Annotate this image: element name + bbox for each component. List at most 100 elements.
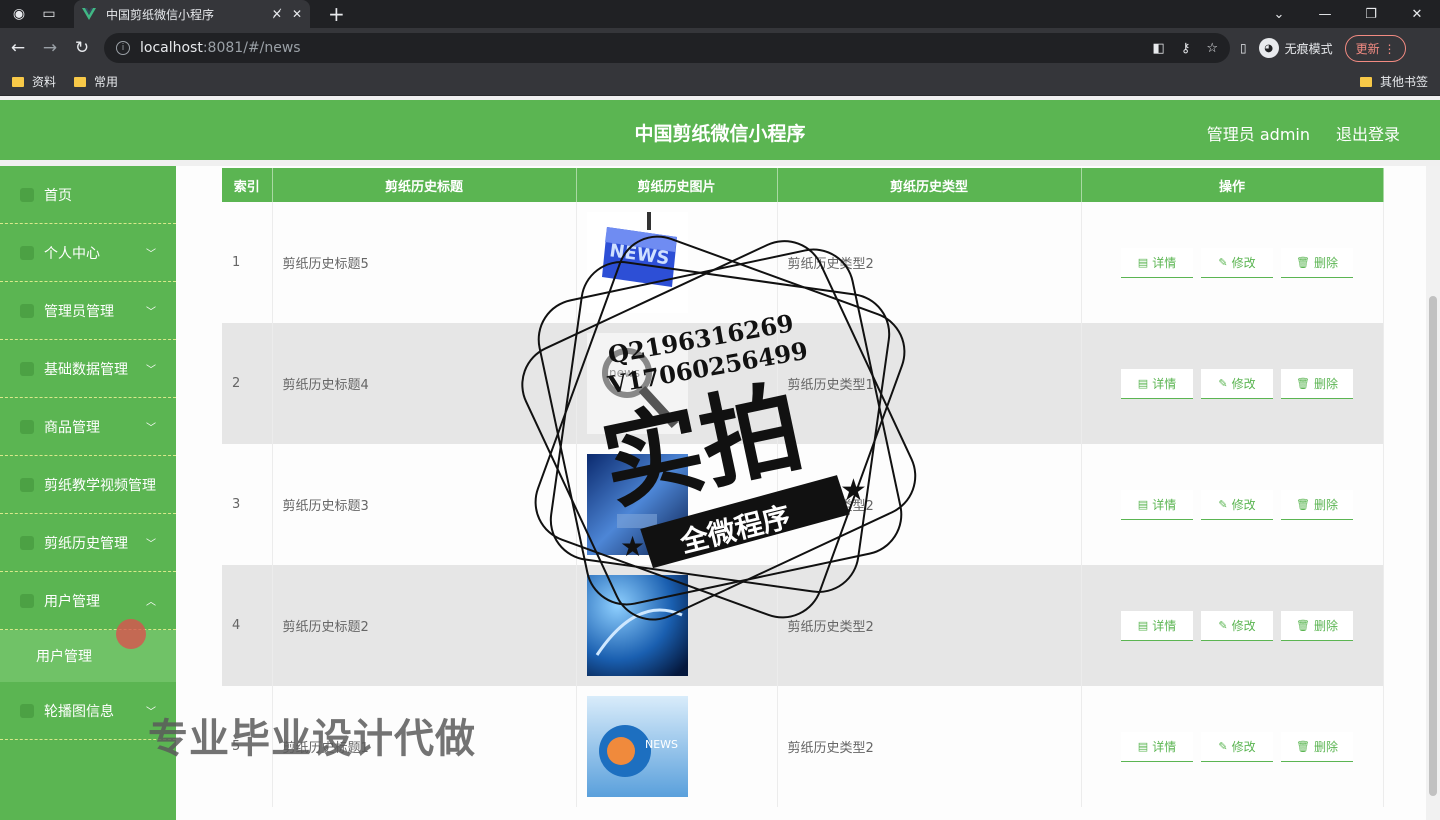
detail-label: 详情 (1152, 618, 1177, 633)
video-icon (20, 477, 34, 492)
star-icon[interactable]: ☆ (1206, 41, 1218, 56)
trash-icon: 🗑 (1296, 739, 1310, 753)
document-icon: ▤ (1137, 618, 1149, 632)
tab-overview-icon[interactable]: ▭ (38, 3, 60, 25)
sidebar-item-home[interactable]: 首页 (0, 166, 176, 224)
delete-label: 删除 (1313, 739, 1338, 754)
folder-icon (12, 76, 24, 87)
scroll-thumb[interactable] (1429, 296, 1437, 796)
back-icon[interactable]: ← (2, 38, 34, 58)
restore-icon[interactable]: ❐ (1348, 7, 1394, 22)
edit-button[interactable]: ✎ 修改 (1201, 489, 1273, 520)
col-header-image: 剪纸历史图片 (576, 168, 778, 202)
reload-icon[interactable]: ↻ (66, 38, 98, 58)
edit-button[interactable]: ✎ 修改 (1201, 368, 1273, 399)
bookmarks-bar: 资料 常用 其他书签 (0, 68, 1440, 96)
detail-button[interactable]: ▤ 详情 (1121, 610, 1193, 641)
bookmark-folder-0[interactable]: 资料 (12, 73, 56, 90)
close-tab-icon[interactable]: ✕ (292, 7, 302, 21)
cell-type: 剪纸历史类型2 (777, 565, 1082, 686)
delete-button[interactable]: 🗑 删除 (1281, 489, 1353, 520)
delete-label: 删除 (1313, 618, 1338, 633)
submenu-item-users[interactable]: 用户管理 (0, 630, 176, 682)
news-thumbnail[interactable] (586, 575, 688, 676)
delete-button[interactable]: 🗑 删除 (1281, 247, 1353, 278)
close-window-icon[interactable]: ✕ (1394, 7, 1440, 22)
home-icon (20, 187, 34, 202)
table-row: 4 剪纸历史标题2 剪纸历史类型2 ▤ 详情 ✎ 修改 🗑 删除 (222, 565, 1384, 686)
incognito-indicator[interactable]: ◕ 无痕模式 (1258, 38, 1333, 58)
browser-tab-active[interactable]: 中国剪纸微信小程序 ✕̸ ✕ (74, 0, 310, 28)
cell-image (576, 444, 778, 565)
sidebar-item-basic-data[interactable]: 基础数据管理 ﹀ (0, 340, 176, 398)
news-thumbnail[interactable]: NEWS (586, 696, 688, 797)
key-icon[interactable]: ⚷ (1181, 41, 1191, 56)
cell-title: 剪纸历史标题4 (272, 323, 577, 444)
admin-icon (20, 303, 34, 318)
tab-search-icon[interactable]: ⌄ (1256, 7, 1302, 22)
bookmark-folder-1[interactable]: 常用 (74, 73, 118, 90)
edit-icon: ✎ (1218, 376, 1228, 390)
sidebar-item-label: 个人中心 (44, 245, 100, 262)
sidebar-item-goods[interactable]: 商品管理 ﹀ (0, 398, 176, 456)
sidebar-item-users[interactable]: 用户管理 ︿ (0, 572, 176, 630)
logout-link[interactable]: 退出登录 (1336, 121, 1400, 145)
mute-icon[interactable]: ✕̸ (272, 7, 282, 21)
table-row: 3 剪纸历史标题3 剪纸历史类型2 ▤ 详情 ✎ 修改 🗑 删除 (222, 444, 1384, 565)
sidebar-item-label: 首页 (44, 187, 72, 204)
folder-icon (74, 76, 87, 87)
edit-button[interactable]: ✎ 修改 (1201, 731, 1273, 762)
new-tab-icon[interactable]: + (328, 2, 345, 26)
detail-button[interactable]: ▤ 详情 (1121, 489, 1193, 520)
cell-actions: ▤ 详情 ✎ 修改 🗑 删除 (1081, 444, 1384, 565)
svg-text:news: news (609, 366, 640, 380)
vertical-scrollbar[interactable] (1426, 166, 1440, 820)
svg-text:NEWS: NEWS (645, 738, 678, 751)
sidebar-item-label: 商品管理 (44, 419, 100, 436)
detail-button[interactable]: ▤ 详情 (1121, 731, 1193, 762)
edit-label: 修改 (1231, 497, 1256, 512)
detail-button[interactable]: ▤ 详情 (1121, 247, 1193, 278)
sidebar-item-profile[interactable]: 个人中心 ﹀ (0, 224, 176, 282)
news-thumbnail[interactable]: NEWS (586, 212, 688, 313)
update-button[interactable]: 更新 ⋮ (1344, 34, 1407, 62)
app-header: 中国剪纸微信小程序 管理员 admin 退出登录 (0, 100, 1440, 160)
sidebar-item-label: 基础数据管理 (44, 361, 128, 378)
edit-button[interactable]: ✎ 修改 (1201, 610, 1273, 641)
edit-button[interactable]: ✎ 修改 (1201, 247, 1273, 278)
sidebar-item-admins[interactable]: 管理员管理 ﹀ (0, 282, 176, 340)
notifications-blocked-icon[interactable]: ◧ (1153, 41, 1165, 56)
sidebar-item-history[interactable]: 剪纸历史管理 ﹀ (0, 514, 176, 572)
delete-button[interactable]: 🗑 删除 (1281, 731, 1353, 762)
delete-button[interactable]: 🗑 删除 (1281, 368, 1353, 399)
side-panel-icon[interactable]: ▯ (1240, 41, 1247, 55)
col-header-title: 剪纸历史标题 (272, 168, 577, 202)
other-bookmarks[interactable]: 其他书签 (1359, 73, 1428, 90)
delete-button[interactable]: 🗑 删除 (1281, 610, 1353, 641)
news-thumbnail[interactable]: news (586, 333, 688, 434)
edit-label: 修改 (1231, 376, 1256, 391)
incognito-label: 无痕模式 (1284, 41, 1333, 56)
cell-index: 1 (222, 202, 273, 323)
cell-title: 剪纸历史标题5 (272, 202, 577, 323)
address-bar[interactable]: i localhost:8081/#/news ◧ ⚷ ☆ (104, 33, 1230, 63)
trash-icon: 🗑 (1296, 618, 1310, 632)
forward-icon[interactable]: → (34, 38, 66, 58)
edit-label: 修改 (1231, 255, 1256, 270)
detail-label: 详情 (1152, 497, 1177, 512)
sidebar-item-videos[interactable]: 剪纸教学视频管理 (0, 456, 176, 514)
detail-button[interactable]: ▤ 详情 (1121, 368, 1193, 399)
news-thumbnail[interactable] (586, 454, 688, 555)
globe-icon[interactable]: ◉ (8, 3, 30, 25)
cell-image: NEWS (576, 202, 778, 323)
document-icon: ▤ (1137, 739, 1149, 753)
other-bookmarks-label: 其他书签 (1379, 75, 1428, 89)
window-controls: ⌄ — ❐ ✕ (1256, 0, 1440, 28)
cell-index: 2 (222, 323, 273, 444)
document-icon: ▤ (1137, 376, 1149, 390)
current-user: 管理员 admin (1206, 125, 1310, 144)
site-info-icon[interactable]: i (116, 41, 130, 55)
trash-icon: 🗑 (1296, 497, 1310, 511)
minimize-icon[interactable]: — (1302, 7, 1348, 22)
cell-actions: ▤ 详情 ✎ 修改 🗑 删除 (1081, 323, 1384, 444)
